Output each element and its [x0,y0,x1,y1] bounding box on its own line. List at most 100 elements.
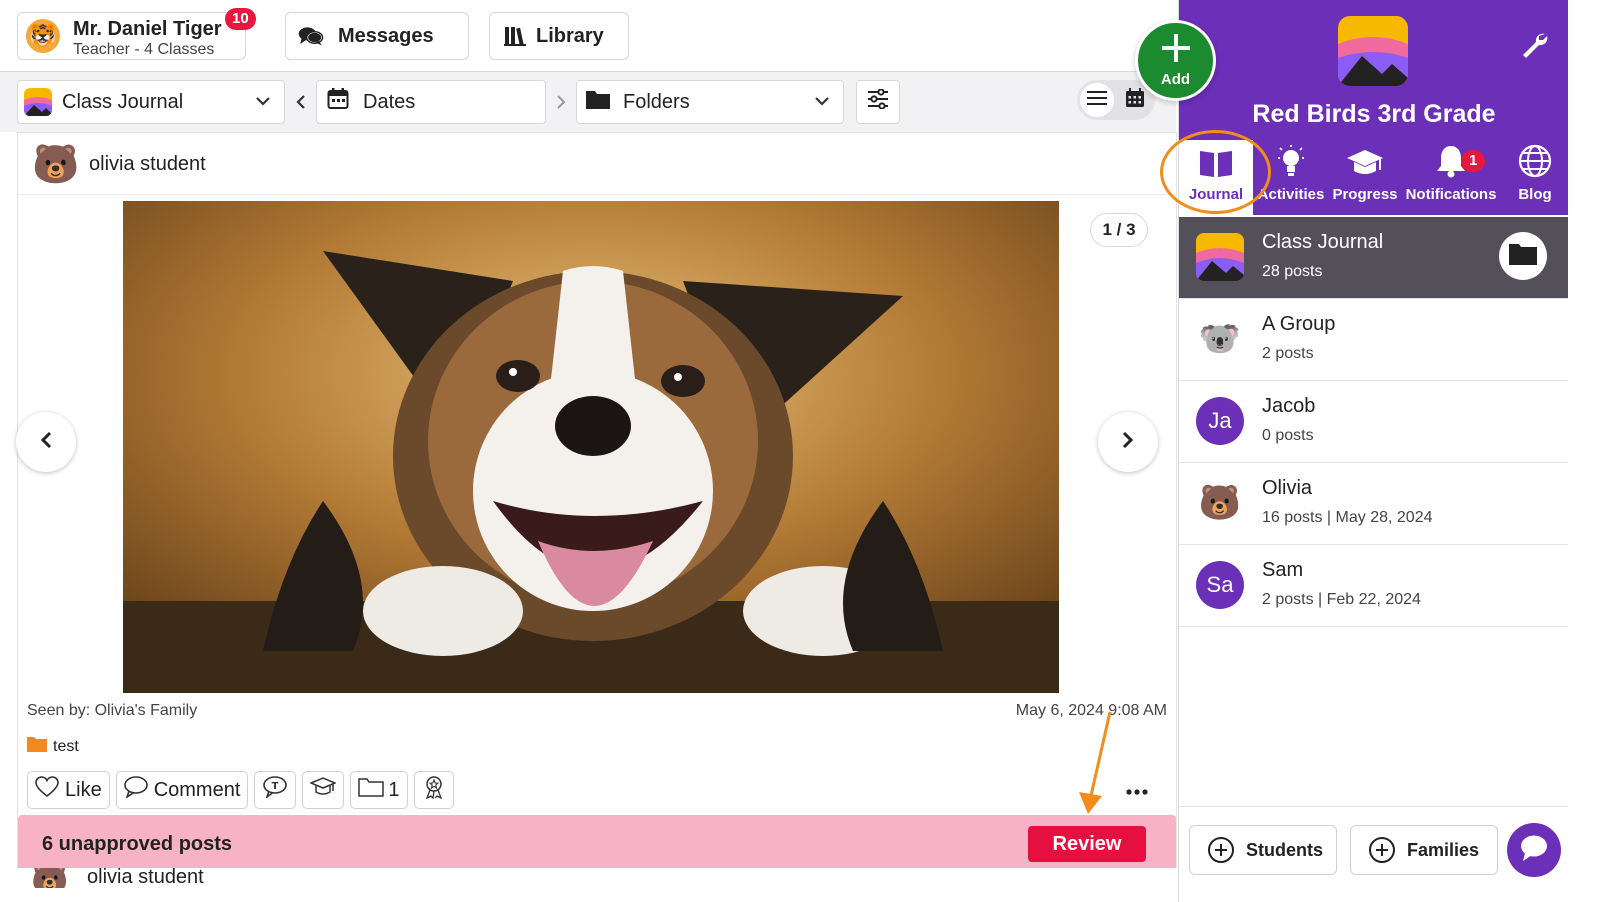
svg-text:T: T [272,781,279,792]
group-item-sam[interactable]: Sa Sam 2 posts | Feb 22, 2024 [1179,545,1569,627]
post-author[interactable]: olivia student [89,153,206,176]
globe-icon [1501,140,1569,180]
class-logo[interactable] [1338,16,1408,86]
add-families-button[interactable]: Families [1350,825,1498,875]
filter-bar: Class Journal Dates Folders [0,72,1176,132]
wrench-icon [1519,33,1549,64]
chevron-down-icon [813,92,831,116]
post-photo[interactable] [123,201,1059,693]
more-options-button[interactable] [1126,775,1148,801]
journal-select[interactable]: Class Journal [17,80,285,124]
user-name: Mr. Daniel Tiger [73,18,222,40]
like-label: Like [65,778,102,801]
photo-counter: 1 / 3 [1090,213,1148,247]
review-button[interactable]: Review [1028,826,1146,862]
chat-icon [1519,834,1549,867]
dates-select[interactable]: Dates [316,80,546,124]
translate-button[interactable]: T [254,771,297,809]
chat-bubbles-icon [298,23,324,49]
add-to-progress-button[interactable] [302,771,345,809]
tab-label: Blog [1518,186,1552,203]
group-item-jacob[interactable]: Ja Jacob 0 posts [1179,381,1569,463]
folder-count: 1 [388,778,400,801]
previous-date-arrow[interactable] [295,94,307,115]
journal-post: 🐻 olivia student 1 / 3 Seen by: Olivia's… [16,132,1177,884]
dates-select-label: Dates [363,90,416,113]
group-item-a-group[interactable]: 🐨 A Group 2 posts [1179,299,1569,381]
folder-icon [585,88,611,116]
tab-notifications[interactable]: Notifications [1403,140,1499,215]
post-actions: Like Comment T 1 [27,771,454,811]
user-notification-badge: 10 [225,8,256,30]
heart-icon [35,776,59,804]
folders-select[interactable]: Folders [576,80,844,124]
journal-select-label: Class Journal [62,90,184,113]
tab-label: Notifications [1405,186,1497,203]
post-header: 🐻 olivia student [18,133,1176,195]
plus-icon [1138,29,1213,73]
graduation-cap-outline-icon [309,776,338,804]
folder-icon [1508,242,1538,271]
next-date-arrow[interactable] [555,94,567,115]
class-journal-icon [1196,233,1244,281]
user-avatar: 🐯 [26,19,60,53]
calendar-icon [327,88,349,116]
user-menu[interactable]: 🐯 Mr. Daniel Tiger Teacher - 4 Classes [17,12,246,60]
speech-bubble-icon [123,776,148,804]
group-post-count: 16 posts | May 28, 2024 [1262,509,1433,526]
class-settings-button[interactable] [1519,30,1549,65]
sam-initials-avatar: Sa [1196,561,1244,609]
group-post-count: 0 posts [1262,427,1314,444]
tab-blog[interactable]: Blog [1501,140,1569,215]
list-view-button[interactable] [1080,83,1114,117]
award-button[interactable] [413,771,454,809]
messages-button[interactable]: Messages [285,12,469,60]
messages-label: Messages [338,24,434,47]
next-post-author: olivia student [87,868,204,888]
translate-bubble-icon: T [262,776,288,804]
bear-avatar: 🐻 [31,868,69,888]
window-edge [1568,0,1600,902]
folder-outline-icon [358,777,385,803]
award-ribbon-icon [422,775,446,805]
group-name: Class Journal [1262,231,1384,253]
comment-button[interactable]: Comment [115,771,249,809]
next-photo-button[interactable] [1098,412,1158,472]
group-name: Olivia [1262,477,1313,499]
library-button[interactable]: Library [489,12,629,60]
support-chat-button[interactable] [1507,823,1561,877]
books-icon [502,23,528,49]
add-label: Add [1160,71,1191,88]
seen-by-text: Seen by: Olivia's Family [27,702,198,719]
previous-photo-button[interactable] [16,412,76,472]
sliders-icon [867,88,889,115]
group-post-count: 28 posts [1262,263,1323,280]
post-folder-tag[interactable]: test [27,736,79,757]
tab-label: Progress [1332,186,1398,203]
next-post-preview: 🐻 olivia student [17,868,1177,888]
group-item-olivia[interactable]: 🐻 Olivia 16 posts | May 28, 2024 [1179,463,1569,545]
folders-button[interactable] [1499,232,1547,280]
app-window: 🐯 Mr. Daniel Tiger Teacher - 4 Classes 1… [0,0,1600,902]
folders-select-label: Folders [623,90,690,113]
group-item-class-journal[interactable]: Class Journal 28 posts [1179,217,1569,299]
students-label: Students [1246,839,1324,860]
class-journal-icon [24,88,52,116]
graduation-cap-icon [1329,140,1401,180]
unapproved-posts-banner: 6 unapproved posts Review [18,815,1176,873]
comment-label: Comment [153,778,241,801]
add-students-button[interactable]: Students [1189,825,1337,875]
group-post-count: 2 posts | Feb 22, 2024 [1262,591,1421,608]
tab-progress[interactable]: Progress [1329,140,1401,215]
calendar-grid-icon [1125,87,1145,113]
bear-avatar: 🐻 [1198,484,1242,522]
move-to-folder-button[interactable]: 1 [350,771,408,809]
like-button[interactable]: Like [27,771,110,809]
filter-settings-button[interactable] [856,80,900,124]
user-subtitle: Teacher - 4 Classes [73,41,215,58]
notifications-badge: 1 [1461,150,1486,172]
annotation-circle [1160,130,1271,214]
add-button[interactable]: Add [1135,20,1216,101]
annotation-arrow [1079,711,1112,814]
group-name: Sam [1262,559,1304,581]
